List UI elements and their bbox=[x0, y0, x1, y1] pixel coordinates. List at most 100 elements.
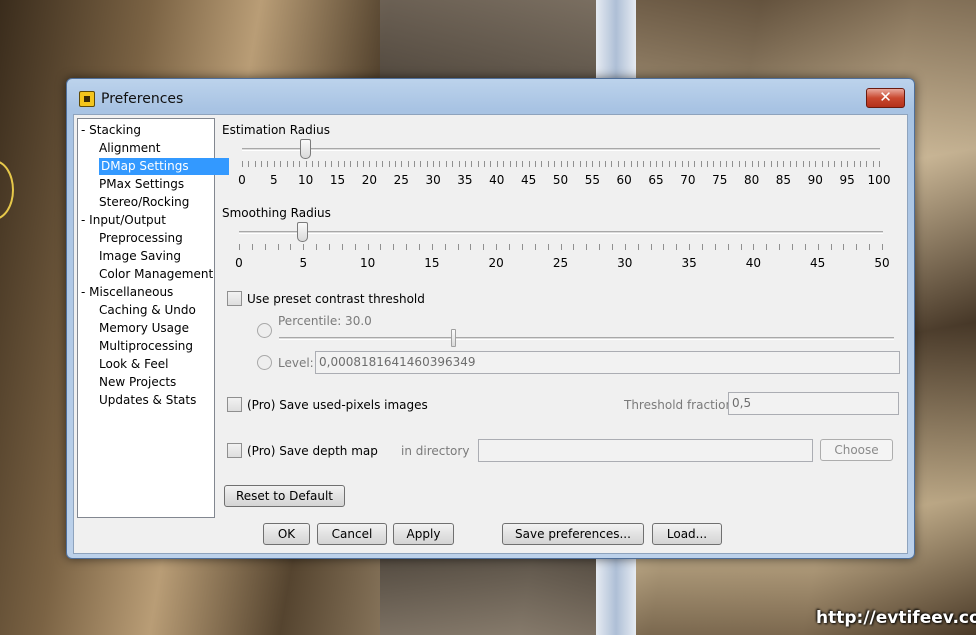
estimation-tick bbox=[426, 161, 428, 167]
percentile-label: Percentile: 30.0 bbox=[278, 314, 372, 328]
tree-item[interactable]: Updates & Stats bbox=[99, 392, 196, 409]
estimation-tick bbox=[356, 161, 358, 167]
estimation-tick bbox=[796, 161, 798, 167]
estimation-tick bbox=[668, 161, 670, 167]
save-depth-map-label: (Pro) Save depth map bbox=[247, 444, 378, 458]
estimation-tick bbox=[707, 161, 708, 167]
estimation-tick bbox=[828, 161, 830, 167]
smoothing-tick bbox=[316, 244, 318, 250]
estimation-tick bbox=[834, 161, 836, 167]
estimation-tick bbox=[713, 161, 715, 167]
estimation-tick bbox=[738, 161, 740, 167]
tree-group[interactable]: - Stacking bbox=[81, 122, 141, 139]
save-depth-map-checkbox[interactable] bbox=[227, 443, 242, 458]
smoothing-radius-track[interactable] bbox=[239, 231, 883, 234]
smoothing-tick bbox=[354, 244, 356, 250]
estimation-tick bbox=[401, 161, 403, 167]
directory-field[interactable] bbox=[478, 439, 813, 462]
smoothing-tick bbox=[329, 244, 331, 250]
apply-button[interactable]: Apply bbox=[393, 523, 454, 545]
tree-item[interactable]: Caching & Undo bbox=[99, 302, 196, 319]
percentile-radio[interactable] bbox=[257, 323, 272, 338]
smoothing-radius-slider-thumb[interactable] bbox=[297, 222, 309, 242]
smoothing-tick bbox=[444, 244, 446, 250]
tree-item[interactable]: Memory Usage bbox=[99, 320, 189, 337]
smoothing-tick-label: 20 bbox=[488, 256, 504, 270]
smoothing-tick bbox=[586, 244, 588, 250]
smoothing-tick bbox=[766, 244, 768, 250]
estimation-tick bbox=[853, 161, 855, 167]
save-used-pixels-checkbox[interactable] bbox=[227, 397, 242, 412]
estimation-tick bbox=[337, 161, 339, 167]
in-directory-label: in directory bbox=[401, 444, 470, 458]
smoothing-tick bbox=[637, 244, 639, 250]
tree-group-prefix: - bbox=[81, 213, 86, 227]
estimation-tick bbox=[286, 161, 288, 167]
close-button[interactable]: ✕ bbox=[866, 88, 905, 108]
tree-group[interactable]: - Miscellaneous bbox=[81, 284, 173, 301]
estimation-radius-track[interactable] bbox=[242, 148, 880, 151]
smoothing-tick bbox=[534, 244, 536, 250]
level-radio[interactable] bbox=[257, 355, 272, 370]
estimation-tick-label: 35 bbox=[457, 173, 473, 187]
save-preferences-button[interactable]: Save preferences... bbox=[502, 523, 644, 545]
smoothing-tick-label: 0 bbox=[235, 256, 243, 270]
tree-item[interactable]: Multiprocessing bbox=[99, 338, 193, 355]
tree-group[interactable]: - Input/Output bbox=[81, 212, 166, 229]
percentile-slider-thumb[interactable] bbox=[451, 329, 457, 347]
level-field[interactable]: 0,0008181641460396349 bbox=[315, 351, 900, 374]
estimation-tick bbox=[407, 161, 409, 167]
smoothing-tick bbox=[714, 244, 716, 250]
estimation-tick bbox=[783, 161, 785, 167]
reset-to-default-button[interactable]: Reset to Default bbox=[224, 485, 345, 507]
load-button[interactable]: Load... bbox=[652, 523, 722, 545]
tree-item[interactable]: Look & Feel bbox=[99, 356, 168, 373]
tree-item[interactable]: New Projects bbox=[99, 374, 176, 391]
smoothing-tick-label: 50 bbox=[874, 256, 890, 270]
estimation-tick bbox=[789, 161, 791, 167]
estimation-tick-label: 65 bbox=[648, 173, 664, 187]
smoothing-tick bbox=[406, 244, 408, 250]
estimation-tick bbox=[605, 161, 607, 167]
estimation-tick bbox=[318, 161, 320, 167]
estimation-tick-label: 0 bbox=[238, 173, 246, 187]
estimation-tick bbox=[375, 161, 377, 167]
percentile-track[interactable] bbox=[279, 337, 894, 340]
estimation-tick bbox=[770, 161, 772, 167]
estimation-tick bbox=[700, 161, 702, 167]
smoothing-tick bbox=[727, 244, 729, 250]
estimation-tick bbox=[815, 161, 817, 167]
threshold-fraction-field[interactable]: 0,5 bbox=[728, 392, 899, 415]
choose-button[interactable]: Choose bbox=[820, 439, 893, 461]
estimation-tick bbox=[598, 161, 600, 167]
smoothing-tick bbox=[239, 244, 240, 250]
estimation-tick bbox=[547, 161, 549, 167]
ok-button[interactable]: OK bbox=[263, 523, 310, 545]
tree-item[interactable]: Stereo/Rocking bbox=[99, 194, 189, 211]
estimation-tick bbox=[522, 161, 524, 167]
estimation-tick-label: 25 bbox=[393, 173, 409, 187]
estimation-tick bbox=[872, 161, 874, 167]
estimation-tick bbox=[484, 161, 486, 167]
cancel-button[interactable]: Cancel bbox=[317, 523, 387, 545]
smoothing-tick bbox=[521, 244, 523, 250]
dialog-content: - Stacking Alignment DMap Settings PMax Set… bbox=[73, 114, 908, 554]
estimation-tick-label: 30 bbox=[425, 173, 441, 187]
estimation-tick bbox=[859, 161, 861, 167]
smoothing-tick bbox=[264, 244, 266, 250]
title-bar[interactable]: Preferences ✕ bbox=[67, 79, 914, 113]
estimation-tick bbox=[528, 161, 530, 167]
smoothing-tick bbox=[599, 244, 601, 250]
estimation-tick bbox=[726, 161, 728, 167]
estimation-tick-label: 45 bbox=[521, 173, 537, 187]
estimation-tick-label: 15 bbox=[329, 173, 346, 187]
estimation-tick bbox=[369, 161, 371, 167]
smoothing-tick bbox=[791, 244, 793, 250]
estimation-tick bbox=[439, 161, 441, 167]
smoothing-tick bbox=[779, 244, 781, 250]
estimation-tick bbox=[496, 161, 498, 167]
estimation-radius-slider-thumb[interactable] bbox=[299, 139, 311, 159]
estimation-tick-label: 75 bbox=[712, 173, 728, 187]
preset-contrast-checkbox[interactable] bbox=[227, 291, 242, 306]
tree-item[interactable]: Alignment bbox=[99, 140, 160, 157]
